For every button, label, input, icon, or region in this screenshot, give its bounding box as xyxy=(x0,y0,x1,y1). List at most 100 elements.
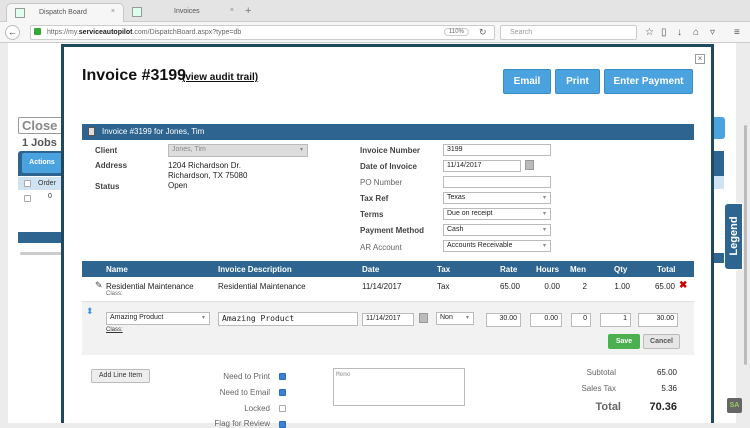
back-icon[interactable]: ← xyxy=(5,25,20,40)
line-tax-select[interactable]: Non xyxy=(436,312,474,325)
need-to-email-checkbox[interactable] xyxy=(279,389,286,396)
line-item-total: 65.00 xyxy=(654,282,675,291)
page-scrollbar[interactable] xyxy=(744,125,747,365)
locked-checkbox[interactable] xyxy=(279,405,286,412)
invoice-number-input[interactable]: 3199 xyxy=(443,144,551,156)
payment-method-label: Payment Method xyxy=(360,226,425,235)
column-date: Date xyxy=(362,265,380,274)
row-order-value: 0 xyxy=(48,193,52,200)
calendar-icon[interactable] xyxy=(525,160,534,170)
search-input[interactable]: Search xyxy=(500,25,637,40)
legend-tab[interactable]: Legend xyxy=(724,203,743,270)
edit-pencil-icon[interactable]: ✎ xyxy=(95,280,103,291)
column-men: Men xyxy=(570,265,586,274)
tax-ref-value: Texas xyxy=(447,194,466,201)
sales-tax-label: Sales Tax xyxy=(581,384,616,393)
section-title: Invoice #3199 for Jones, Tim xyxy=(102,127,205,136)
bookmark-star-icon[interactable]: ☆ xyxy=(645,27,654,38)
home-icon[interactable]: ⌂ xyxy=(693,27,699,38)
line-item-date: 11/14/2017 xyxy=(362,282,402,291)
url-prefix: https://my. xyxy=(47,29,79,36)
select-all-checkbox[interactable] xyxy=(24,180,31,187)
print-button[interactable]: Print xyxy=(555,69,600,94)
terms-select[interactable]: Due on receipt xyxy=(443,208,551,220)
payment-method-select[interactable]: Cash xyxy=(443,224,551,236)
terms-label: Terms xyxy=(360,210,384,219)
url-bar[interactable]: https://my.serviceautopilot.com/Dispatch… xyxy=(30,25,495,40)
reorder-arrows-icon[interactable]: ⬍ xyxy=(86,306,94,317)
actions-button[interactable]: Actions xyxy=(22,153,62,173)
rate-input[interactable]: 30.00 xyxy=(486,313,521,327)
hours-input[interactable]: 0.00 xyxy=(530,313,562,327)
reload-icon[interactable]: ↻ xyxy=(479,27,487,38)
close-tab-icon[interactable]: × xyxy=(111,8,115,15)
delete-x-icon[interactable]: ✖ xyxy=(679,280,687,291)
line-item-rate: 65.00 xyxy=(499,282,520,291)
favicon-icon xyxy=(15,8,25,18)
column-name: Name xyxy=(106,265,128,274)
line-item-name: Residential Maintenance xyxy=(106,282,194,291)
cancel-button[interactable]: Cancel xyxy=(643,334,680,349)
invoice-number-value: 3199 xyxy=(447,146,463,153)
lock-icon xyxy=(34,28,41,35)
line-item-tax: Tax xyxy=(437,282,450,291)
enter-payment-button[interactable]: Enter Payment xyxy=(604,69,693,94)
ar-account-select[interactable]: Accounts Receivable xyxy=(443,240,551,252)
line-item-qty: 1.00 xyxy=(614,282,630,291)
save-button[interactable]: Save xyxy=(608,334,640,349)
close-tab-icon[interactable]: × xyxy=(230,7,234,14)
flag-for-review-label: Flag for Review xyxy=(214,419,270,428)
column-hours: Hours xyxy=(536,265,560,274)
date-of-invoice-input[interactable]: 11/14/2017 xyxy=(443,160,521,172)
legend-label: Legend xyxy=(728,216,740,256)
class-link[interactable]: Class: xyxy=(106,327,123,333)
invoice-section-header: Invoice #3199 for Jones, Tim xyxy=(82,124,694,140)
need-to-print-checkbox[interactable] xyxy=(279,373,286,380)
product-select[interactable]: Amazing Product xyxy=(106,312,210,325)
order-header-label: Order xyxy=(38,180,56,187)
terms-value: Due on receipt xyxy=(447,210,493,217)
memo-placeholder: Memo xyxy=(336,371,351,378)
tab-invoices[interactable]: Invoices × xyxy=(124,3,242,22)
address-line2: Richardson, TX 75080 xyxy=(168,171,248,180)
client-select[interactable]: Jones, Tim xyxy=(168,144,308,157)
pocket-icon[interactable]: ▿ xyxy=(710,27,715,38)
view-audit-trail-link[interactable]: (view audit trail) xyxy=(182,72,258,83)
locked-label: Locked xyxy=(244,404,270,413)
menu-icon[interactable]: ≡ xyxy=(734,27,740,38)
description-input[interactable]: Amazing Product xyxy=(218,312,358,326)
line-date-value: 11/14/2017 xyxy=(366,315,401,322)
line-calendar-icon[interactable] xyxy=(419,313,428,323)
url-domain: serviceautopilot xyxy=(78,29,133,36)
add-line-item-button[interactable]: Add Line Item xyxy=(91,369,150,383)
subtotal-value: 65.00 xyxy=(656,368,677,377)
ar-account-value: Accounts Receivable xyxy=(447,242,513,249)
email-button[interactable]: Email xyxy=(503,69,551,94)
zoom-level[interactable]: 110% xyxy=(444,28,469,36)
grand-total-value: 70.36 xyxy=(649,401,677,413)
line-item-description: Residential Maintenance xyxy=(218,282,306,291)
search-placeholder: Search xyxy=(510,29,533,36)
client-label: Client xyxy=(95,146,118,155)
close-modal-icon[interactable]: × xyxy=(695,54,705,64)
need-to-email-label: Need to Email xyxy=(219,388,270,397)
download-icon[interactable]: ↓ xyxy=(677,27,682,38)
clipboard-icon[interactable]: ▯ xyxy=(661,27,667,38)
qty-input[interactable]: 1 xyxy=(600,313,631,327)
row-checkbox[interactable] xyxy=(24,195,31,202)
tax-ref-select[interactable]: Texas xyxy=(443,192,551,204)
po-number-input[interactable] xyxy=(443,176,551,188)
flag-for-review-checkbox[interactable] xyxy=(279,421,286,428)
sa-chat-icon[interactable]: SA xyxy=(727,398,742,413)
product-value: Amazing Product xyxy=(110,314,164,321)
description-value: Amazing Product xyxy=(222,314,295,323)
memo-textarea[interactable]: Memo xyxy=(333,368,465,406)
total-input[interactable]: 30.00 xyxy=(638,313,678,327)
line-item-row: ✎ Residential Maintenance Class: Residen… xyxy=(82,277,694,301)
new-tab-icon[interactable]: + xyxy=(245,5,251,17)
ar-account-label: AR Account xyxy=(360,243,402,252)
men-input[interactable]: 0 xyxy=(571,313,591,327)
invoice-number-label: Invoice Number xyxy=(360,146,421,155)
tab-dispatch-board[interactable]: Dispatch Board × xyxy=(6,3,124,22)
line-date-input[interactable]: 11/14/2017 xyxy=(362,313,414,326)
